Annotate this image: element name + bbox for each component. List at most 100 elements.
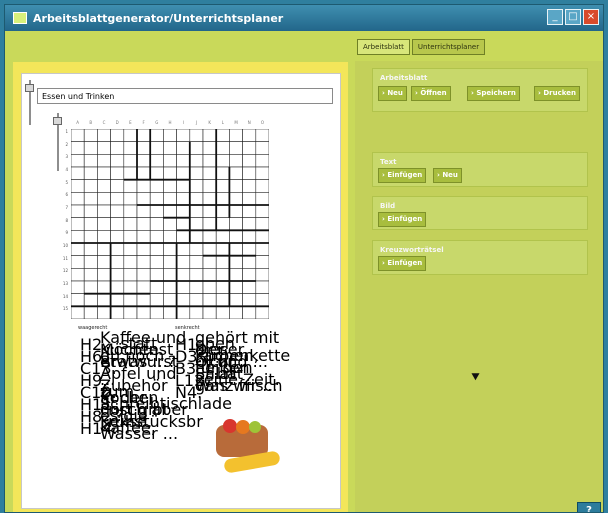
crossword-cell[interactable] — [242, 293, 257, 307]
crossword-cell[interactable] — [229, 255, 243, 269]
crossword-cell[interactable] — [136, 255, 151, 269]
crossword-cell[interactable] — [97, 179, 111, 193]
crossword-cell[interactable] — [136, 242, 151, 256]
crossword-cell[interactable] — [123, 280, 138, 294]
crossword-cell[interactable] — [110, 280, 125, 294]
crossword-cell[interactable] — [229, 129, 243, 142]
crossword-cell[interactable] — [97, 129, 111, 142]
crossword-cell[interactable] — [136, 280, 151, 294]
crossword-cell[interactable] — [202, 192, 217, 206]
crossword-cell[interactable] — [189, 179, 204, 193]
crossword-cell[interactable] — [149, 217, 164, 231]
crossword-cell[interactable] — [83, 204, 98, 218]
crossword-cell[interactable] — [71, 293, 85, 307]
crossword-cell[interactable] — [71, 154, 85, 168]
zoom-slider-handle[interactable] — [25, 84, 34, 92]
new-text-button[interactable]: › Neu — [433, 168, 462, 183]
crossword-cell[interactable] — [136, 154, 151, 168]
crossword-cell[interactable] — [255, 217, 269, 231]
crossword-cell[interactable] — [136, 141, 151, 155]
crossword-cell[interactable] — [255, 255, 269, 269]
crossword-cell[interactable] — [202, 268, 217, 282]
crossword-cell[interactable] — [229, 242, 243, 256]
crossword-cell[interactable] — [83, 166, 98, 180]
crossword-cell[interactable] — [110, 141, 125, 155]
crossword-cell[interactable] — [163, 204, 177, 218]
crossword-cell[interactable] — [255, 166, 269, 180]
crossword-cell[interactable] — [71, 179, 85, 193]
crossword-cell[interactable] — [242, 280, 257, 294]
crossword-cell[interactable] — [123, 255, 138, 269]
crossword-cell[interactable] — [202, 255, 217, 269]
crossword-cell[interactable] — [83, 255, 98, 269]
crossword-cell[interactable] — [176, 129, 191, 142]
crossword-cell[interactable] — [110, 242, 125, 256]
crossword-cell[interactable] — [229, 192, 243, 206]
crossword-cell[interactable] — [242, 166, 257, 180]
crossword-cell[interactable] — [202, 179, 217, 193]
crossword-cell[interactable] — [136, 268, 151, 282]
crossword-cell[interactable] — [202, 129, 217, 142]
crossword-grid[interactable] — [71, 129, 269, 319]
crossword-cell[interactable] — [202, 280, 217, 294]
maximize-button[interactable]: □ — [565, 9, 581, 25]
crossword-cell[interactable] — [123, 268, 138, 282]
crossword-cell[interactable] — [255, 141, 269, 155]
crossword-cell[interactable] — [202, 293, 217, 307]
crossword-cell[interactable] — [83, 192, 98, 206]
crossword-cell[interactable] — [176, 280, 191, 294]
crossword-cell[interactable] — [123, 242, 138, 256]
crossword-cell[interactable] — [83, 293, 98, 307]
crossword-cell[interactable] — [163, 230, 177, 244]
crossword-cell[interactable] — [189, 192, 204, 206]
crossword-cell[interactable] — [110, 255, 125, 269]
crossword-cell[interactable] — [215, 242, 230, 256]
crossword-cell[interactable] — [176, 268, 191, 282]
crossword-cell[interactable] — [149, 129, 164, 142]
new-worksheet-button[interactable]: › Neu — [378, 86, 407, 101]
crossword-cell[interactable] — [123, 141, 138, 155]
crossword-cell[interactable] — [189, 293, 204, 307]
insert-text-button[interactable]: › Einfügen — [378, 168, 427, 183]
print-worksheet-button[interactable]: › Drucken — [534, 86, 580, 101]
crossword-cell[interactable] — [229, 230, 243, 244]
crossword-cell[interactable] — [202, 204, 217, 218]
crossword-cell[interactable] — [189, 280, 204, 294]
crossword-cell[interactable] — [110, 268, 125, 282]
crossword-cell[interactable] — [176, 230, 191, 244]
crossword-cell[interactable] — [110, 204, 125, 218]
crossword-cell[interactable] — [123, 293, 138, 307]
crossword-cell[interactable] — [229, 306, 243, 319]
worksheet-title-field[interactable]: Essen und Trinken — [37, 88, 333, 104]
crossword-cell[interactable] — [71, 217, 85, 231]
crossword-cell[interactable] — [189, 242, 204, 256]
crossword-cell[interactable] — [242, 141, 257, 155]
crossword-cell[interactable] — [163, 129, 177, 142]
crossword-cell[interactable] — [83, 179, 98, 193]
crossword-cell[interactable] — [97, 141, 111, 155]
crossword-cell[interactable] — [202, 242, 217, 256]
crossword-cell[interactable] — [176, 154, 191, 168]
crossword-cell[interactable] — [215, 230, 230, 244]
crossword-cell[interactable] — [123, 306, 138, 319]
crossword-cell[interactable] — [149, 255, 164, 269]
crossword-cell[interactable] — [202, 154, 217, 168]
crossword-cell[interactable] — [97, 192, 111, 206]
crossword-cell[interactable] — [189, 306, 204, 319]
crossword-cell[interactable] — [71, 192, 85, 206]
crossword-cell[interactable] — [189, 217, 204, 231]
crossword-cell[interactable] — [123, 204, 138, 218]
crossword-cell[interactable] — [110, 230, 125, 244]
crossword-cell[interactable] — [242, 204, 257, 218]
crossword-cell[interactable] — [163, 242, 177, 256]
insert-image-button[interactable]: › Einfügen — [378, 212, 427, 227]
crossword-cell[interactable] — [149, 230, 164, 244]
crossword-cell[interactable] — [110, 293, 125, 307]
crossword-cell[interactable] — [229, 204, 243, 218]
crossword-cell[interactable] — [189, 154, 204, 168]
crossword-cell[interactable] — [229, 154, 243, 168]
crossword-cell[interactable] — [202, 141, 217, 155]
crossword-cell[interactable] — [110, 179, 125, 193]
crossword-cell[interactable] — [176, 141, 191, 155]
crossword-cell[interactable] — [149, 192, 164, 206]
